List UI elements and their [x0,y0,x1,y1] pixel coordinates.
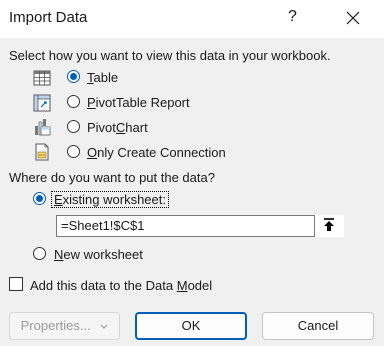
data-model-label: Add this data to the Data Model [30,278,213,293]
radio-pivottable[interactable] [67,95,80,108]
chevron-down-icon [100,324,108,329]
pivottable-icon [33,94,51,112]
upload-arrow-icon [324,218,334,231]
option-table-label: Table [87,70,119,85]
existing-worksheet-label: Existing worksheet: [51,191,169,208]
title-bar: Import Data ? [0,0,384,38]
collapse-dialog-button[interactable] [314,215,344,237]
option-connection-label: Only Create Connection [87,145,226,160]
option-pivotchart-label: PivotChart [87,120,148,135]
close-icon [346,11,360,25]
radio-table[interactable] [67,70,80,83]
data-model-checkbox[interactable] [9,277,23,291]
view-prompt: Select how you want to view this data in… [9,48,331,63]
option-pivottable-label: PivotTable Report [87,95,190,110]
location-prompt: Where do you want to put the data? [9,170,215,185]
dialog-title: Import Data [9,9,88,26]
connection-icon [35,143,49,161]
radio-connection[interactable] [67,145,80,158]
pivotchart-icon [35,119,51,136]
range-input[interactable]: =Sheet1!$C$1 [56,215,344,237]
ok-button[interactable]: OK [135,312,247,340]
properties-button-label: Properties... [20,318,91,333]
close-button[interactable] [344,6,362,28]
help-button[interactable]: ? [288,8,297,26]
cancel-button[interactable]: Cancel [262,312,374,340]
radio-new-worksheet[interactable] [33,247,46,260]
table-icon [33,70,51,86]
radio-pivotchart[interactable] [67,120,80,133]
properties-button[interactable]: Properties... [9,312,120,340]
new-worksheet-label: New worksheet [54,247,143,262]
radio-existing-worksheet[interactable] [33,192,46,205]
